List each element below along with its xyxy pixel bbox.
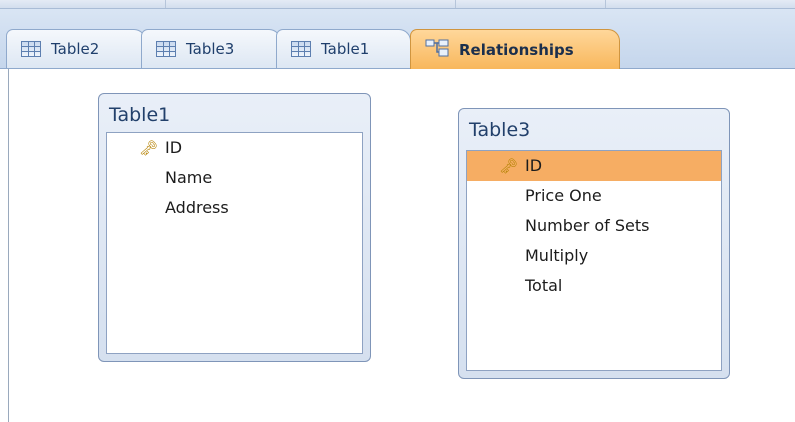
- field-row-multiply[interactable]: Multiply: [467, 241, 721, 271]
- table-grid-icon: [291, 41, 311, 57]
- tab-table2[interactable]: Table2: [6, 29, 146, 68]
- column-separator: [605, 0, 606, 8]
- tab-label: Relationships: [459, 40, 574, 59]
- table-title[interactable]: Table1: [109, 104, 170, 126]
- field-list[interactable]: 🗝 ID Name Address: [106, 132, 363, 354]
- table-title[interactable]: Table3: [469, 119, 530, 141]
- primary-key-icon: 🗝: [499, 157, 519, 175]
- field-row-number-of-sets[interactable]: Number of Sets: [467, 211, 721, 241]
- field-list[interactable]: 🗝 ID Price One Number of Sets Multiply T…: [466, 150, 722, 371]
- primary-key-icon: 🗝: [139, 139, 159, 157]
- table1-field-list[interactable]: Table1 🗝 ID Name Address: [98, 93, 371, 362]
- field-name: Address: [165, 198, 229, 217]
- field-name: ID: [165, 138, 183, 157]
- field-name: Name: [165, 168, 213, 187]
- cutoff-header-strip: [0, 0, 795, 9]
- tab-table3[interactable]: Table3: [141, 29, 281, 68]
- table-grid-icon: [21, 41, 41, 57]
- field-name: Multiply: [525, 246, 589, 265]
- relationships-canvas[interactable]: Table1 🗝 ID Name Address Table3 🗝 ID Pri…: [8, 69, 795, 422]
- table3-field-list[interactable]: Table3 🗝 ID Price One Number of Sets Mul…: [458, 108, 730, 379]
- tab-relationships[interactable]: Relationships: [410, 29, 620, 69]
- tab-label: Table3: [186, 40, 235, 58]
- column-separator: [455, 0, 456, 8]
- document-tab-bar: Table2 Table3 Table1 Relationships: [0, 9, 795, 69]
- field-row-address[interactable]: Address: [107, 193, 362, 223]
- field-row-price-one[interactable]: Price One: [467, 181, 721, 211]
- field-row-total[interactable]: Total: [467, 271, 721, 301]
- field-row-id[interactable]: 🗝 ID: [107, 133, 362, 163]
- column-separator: [165, 0, 166, 8]
- tab-label: Table2: [51, 40, 100, 58]
- field-name: Price One: [525, 186, 602, 205]
- field-name: ID: [525, 156, 543, 175]
- table-grid-icon: [156, 41, 176, 57]
- field-name: Number of Sets: [525, 216, 650, 235]
- field-row-name[interactable]: Name: [107, 163, 362, 193]
- field-name: Total: [525, 276, 563, 295]
- relationships-icon: [425, 38, 449, 62]
- field-row-id[interactable]: 🗝 ID: [467, 151, 721, 181]
- tab-label: Table1: [321, 40, 370, 58]
- tab-table1[interactable]: Table1: [276, 29, 411, 68]
